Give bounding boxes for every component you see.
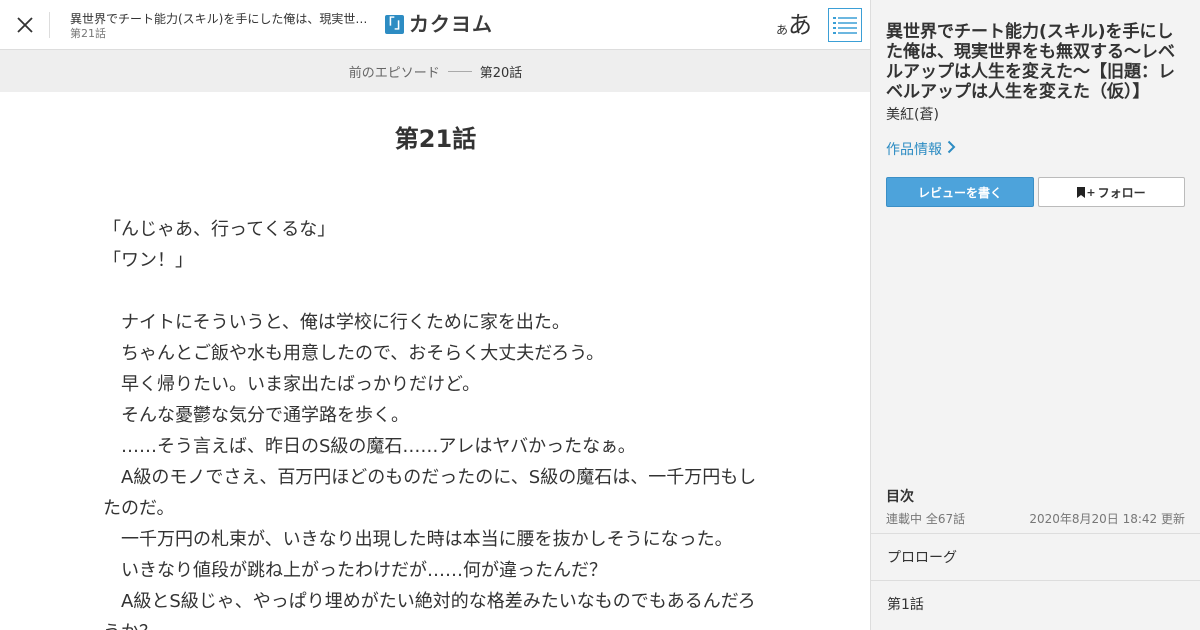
header-episode-label: 第21話 bbox=[70, 27, 106, 40]
work-sidebar: 異世界でチート能力(スキル)を手にした俺は、現実世界をも無双する～レベルアップは… bbox=[870, 0, 1200, 630]
previous-episode-divider bbox=[447, 70, 472, 72]
previous-episode-link[interactable]: 前のエピソード bbox=[349, 62, 440, 81]
toc-list: プロローグ 第1話 bbox=[871, 533, 1200, 627]
toc-status: 連載中 全67話 bbox=[886, 512, 966, 526]
font-size-small-glyph: あ bbox=[776, 23, 789, 37]
font-size-button[interactable]: あ あ bbox=[776, 8, 812, 42]
reader-header: 異世界でチート能力(スキル)を手にした俺は、現実世界をも無双する～レベルアップは… bbox=[0, 0, 871, 50]
body-paragraph: ちゃんとご飯や水も用意したので、おそらく大丈夫だろう。 bbox=[103, 343, 605, 364]
write-review-button[interactable]: レビューを書く bbox=[886, 177, 1034, 207]
previous-episode-title[interactable]: 第20話 bbox=[480, 62, 523, 81]
logo-text: カクヨム bbox=[409, 12, 493, 36]
body-paragraph bbox=[103, 276, 768, 307]
body-paragraph: ……そう言えば、昨日のS級の魔石……アレはヤバかったなぁ。 bbox=[103, 436, 636, 457]
previous-episode-bar: 前のエピソード 第20話 bbox=[0, 50, 871, 92]
toc-item[interactable]: プロローグ bbox=[871, 533, 1200, 580]
episode-title: 第21話 bbox=[394, 125, 477, 153]
toc-heading: 目次 bbox=[886, 489, 914, 505]
close-icon bbox=[17, 17, 33, 33]
body-paragraph: そんな憂鬱な気分で通学路を歩く。 bbox=[103, 405, 409, 426]
follow-button[interactable]: + フォロー bbox=[1038, 177, 1185, 207]
chevron-right-icon bbox=[947, 140, 956, 160]
body-paragraph: ナイトにそういうと、俺は学校に行くために家を出た。 bbox=[103, 312, 570, 333]
font-size-large-glyph: あ bbox=[788, 11, 813, 39]
follow-plus-glyph: + bbox=[1086, 185, 1096, 199]
body-paragraph: 早く帰りたい。いま家出たばっかりだけど。 bbox=[103, 374, 481, 395]
body-paragraph: 「んじゃあ、行ってくるな」 bbox=[103, 219, 336, 240]
work-info-link[interactable]: 作品情報 bbox=[886, 140, 956, 160]
kakuyomu-logo[interactable]: 「」 カクヨム bbox=[381, 12, 493, 36]
bookmark-icon bbox=[1077, 186, 1086, 198]
body-paragraph: いきなり値段が跳ね上がったわけだが……何が違ったんだ？ bbox=[103, 560, 607, 581]
follow-label: フォロー bbox=[1097, 185, 1146, 200]
work-info-label: 作品情報 bbox=[886, 142, 942, 158]
body-paragraph: 一千万円の札束が、いきなり出現した時は本当に腰を抜かしそうになった。 bbox=[103, 529, 733, 550]
logo-mark-icon: 「」 bbox=[381, 14, 408, 34]
work-title[interactable]: 異世界でチート能力(スキル)を手にした俺は、現実世界をも無双する～レベルアップは… bbox=[886, 22, 1186, 102]
body-paragraph: 「ワン！」 bbox=[103, 250, 193, 271]
close-button[interactable] bbox=[0, 0, 50, 50]
author-name[interactable]: 美紅(蒼) bbox=[886, 106, 939, 124]
episode-body: 「んじゃあ、行ってくるな」 「ワン！」 ナイトにそういうと、俺は学校に行くために家… bbox=[103, 214, 768, 630]
header-divider bbox=[49, 12, 50, 38]
list-icon bbox=[833, 17, 857, 34]
body-paragraph: A級とS級じゃ、やっぱり埋めがたい絶対的な格差みたいなものでもあるんだろうか？ bbox=[103, 591, 756, 630]
table-of-contents-button[interactable] bbox=[828, 8, 862, 42]
reader-pane: 異世界でチート能力(スキル)を手にした俺は、現実世界をも無双する～レベルアップは… bbox=[0, 0, 871, 630]
header-work-title[interactable]: 異世界でチート能力(スキル)を手にした俺は、現実世界をも無双する～レベルアップは… bbox=[70, 11, 370, 27]
toc-updated: 2020年8月20日 18:42 更新 bbox=[1029, 512, 1185, 526]
toc-item[interactable]: 第1話 bbox=[871, 580, 1200, 627]
write-review-label: レビューを書く bbox=[917, 185, 1002, 200]
body-paragraph: A級のモノでさえ、百万円ほどのものだったのに、S級の魔石は、一千万円もしたのだ。 bbox=[103, 467, 757, 519]
